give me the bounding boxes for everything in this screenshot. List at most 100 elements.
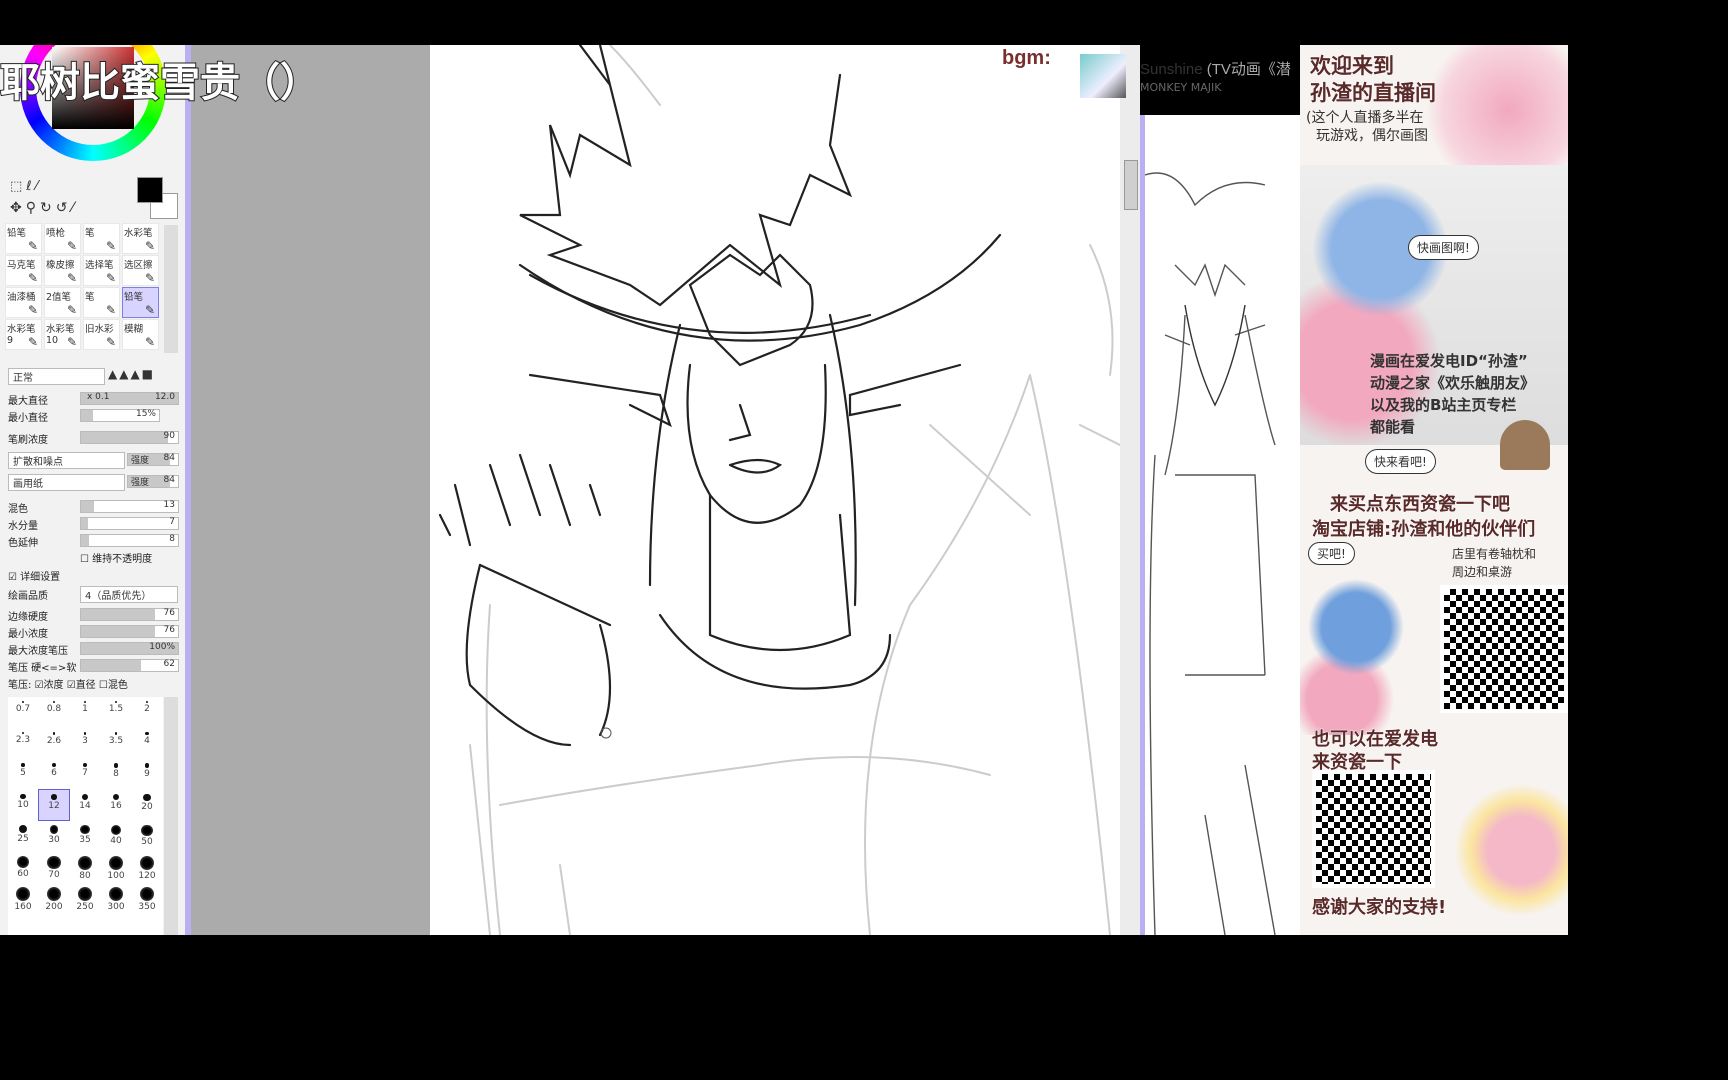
lasso-icon[interactable]: ℓ: [26, 179, 35, 194]
tool-2[interactable]: 笔 ✎: [83, 223, 120, 254]
zoom-icon[interactable]: ⚲: [26, 200, 40, 216]
brush-size-1[interactable]: 1: [70, 697, 100, 727]
brush-size-80[interactable]: 80: [70, 852, 100, 882]
min-density-slider[interactable]: 76: [80, 625, 179, 638]
tool-8[interactable]: 油漆桶 ✎: [5, 287, 42, 318]
move-icon[interactable]: ✥: [10, 200, 26, 216]
persistence-slider[interactable]: 8: [80, 534, 179, 547]
brush-size-350[interactable]: 350: [132, 883, 162, 913]
afdian-qr-code[interactable]: [1312, 770, 1435, 888]
brush-icon: ✎: [144, 239, 155, 253]
brush-size-14[interactable]: 14: [70, 790, 100, 820]
brush-size-25[interactable]: 25: [8, 821, 38, 851]
blend-mode-select[interactable]: 正常: [8, 368, 105, 385]
tool-15[interactable]: 模糊 ✎: [122, 319, 159, 350]
tool-5[interactable]: 橡皮擦 ✎: [44, 255, 81, 286]
brush-cursor: [600, 727, 612, 739]
reference-image-panel[interactable]: [1144, 115, 1300, 936]
shop-qr-code[interactable]: [1440, 585, 1568, 713]
brush-size-300[interactable]: 300: [101, 883, 131, 913]
size-dot: [52, 732, 56, 735]
quality-select[interactable]: 4（品质优先）: [80, 586, 178, 603]
tool-7[interactable]: 选区擦 ✎: [122, 255, 159, 286]
tool-1[interactable]: 喷枪 ✎: [44, 223, 81, 254]
brush-size-60[interactable]: 60: [8, 852, 38, 882]
tool-10[interactable]: 笔 ✎: [83, 287, 120, 318]
brush-size-9[interactable]: 9: [132, 759, 162, 789]
brush-size-200[interactable]: 200: [39, 883, 69, 913]
texture-select-2[interactable]: 画用纸: [8, 474, 125, 491]
brush-size-16[interactable]: 16: [101, 790, 131, 820]
brush-size-250[interactable]: 250: [70, 883, 100, 913]
max-diameter-slider[interactable]: x 0.1 12.0: [80, 392, 179, 405]
brush-size-4[interactable]: 4: [132, 728, 162, 758]
brush-size-10[interactable]: 10: [8, 790, 38, 820]
pressure-density-checkbox[interactable]: ☑浓度: [35, 680, 64, 691]
tool-13[interactable]: 水彩笔10 ✎: [44, 319, 81, 350]
brush-size-35[interactable]: 35: [70, 821, 100, 851]
brush-size-20[interactable]: 20: [132, 790, 162, 820]
size-grid-scrollbar[interactable]: [164, 697, 178, 935]
pressure-size-checkbox[interactable]: ☑直径: [67, 680, 96, 691]
brush-size-70[interactable]: 70: [39, 852, 69, 882]
density-slider[interactable]: 90: [80, 431, 179, 444]
brush-size-3[interactable]: 3: [70, 728, 100, 758]
texture-strength-1[interactable]: 强度 84: [127, 453, 179, 466]
eyedropper-icon[interactable]: ⁄: [71, 200, 77, 216]
shop-note-1: 店里有卷轴枕和: [1452, 547, 1537, 561]
brush-size-5[interactable]: 5: [8, 759, 38, 789]
drawing-canvas[interactable]: [430, 43, 1121, 936]
edge-hardness-slider[interactable]: 76: [80, 608, 179, 621]
max-density-pressure-slider[interactable]: 100%: [80, 642, 179, 655]
brush-size-50[interactable]: 50: [132, 821, 162, 851]
tool-0[interactable]: 铅笔 ✎: [5, 223, 42, 254]
keep-opacity-checkbox[interactable]: ☐ 维持不透明度: [80, 550, 152, 565]
scrollbar-thumb[interactable]: [1124, 160, 1138, 210]
rect-select-icon[interactable]: ⬚: [10, 179, 26, 194]
nav-tools-row: ✥⚲↻↺⁄: [10, 200, 78, 216]
size-label: 6: [51, 767, 57, 778]
tool-6[interactable]: 选择笔 ✎: [83, 255, 120, 286]
pressure-blend-checkbox[interactable]: ☐混色: [99, 680, 128, 691]
dilution-slider[interactable]: 7: [80, 517, 179, 530]
brush-size-120[interactable]: 120: [132, 852, 162, 882]
brush-size-2.3[interactable]: 2.3: [8, 728, 38, 758]
brush-tool-grid: 铅笔 ✎ 喷枪 ✎ 笔 ✎ 水彩笔 ✎ 马克笔 ✎ 橡皮擦 ✎ 选择笔 ✎ 选区擦 ✎ 油漆桶 ✎ 2值笔 ✎ 笔 ✎ 铅笔…: [5, 223, 161, 353]
brush-shape-buttons[interactable]: ▲▲▲■: [108, 367, 155, 381]
brush-size-7[interactable]: 7: [70, 759, 100, 789]
brush-size-2[interactable]: 2: [132, 697, 162, 727]
magic-wand-icon[interactable]: ⁄: [36, 179, 42, 194]
tool-12[interactable]: 水彩笔9 ✎: [5, 319, 42, 350]
texture-select-1[interactable]: 扩散和噪点: [8, 452, 125, 469]
tool-9[interactable]: 2值笔 ✎: [44, 287, 81, 318]
brush-size-100[interactable]: 100: [101, 852, 131, 882]
brush-size-30[interactable]: 30: [39, 821, 69, 851]
size-label: 2.3: [15, 735, 31, 746]
rotate-icon[interactable]: ↻: [40, 200, 56, 216]
blending-slider[interactable]: 13: [80, 500, 179, 513]
brush-size-0.7[interactable]: 0.7: [8, 697, 38, 727]
brush-size-1.5[interactable]: 1.5: [101, 697, 131, 727]
size-label: 80: [79, 871, 91, 881]
brush-size-12[interactable]: 12: [38, 789, 70, 821]
brush-size-160[interactable]: 160: [8, 883, 38, 913]
tool-4[interactable]: 马克笔 ✎: [5, 255, 42, 286]
texture-strength-2[interactable]: 强度 84: [127, 475, 179, 488]
tool-11[interactable]: 铅笔 ✎: [122, 287, 159, 318]
size-dot: [141, 825, 153, 837]
tool-3[interactable]: 水彩笔 ✎: [122, 223, 159, 254]
advanced-settings-checkbox[interactable]: ☑ 详细设置: [8, 568, 60, 583]
brush-size-2.6[interactable]: 2.6: [39, 728, 69, 758]
size-label: 1.5: [108, 704, 124, 714]
pressure-hardness-slider[interactable]: 62: [80, 659, 179, 672]
tool-14[interactable]: 旧水彩 ✎: [83, 319, 120, 350]
brush-size-6[interactable]: 6: [39, 759, 69, 789]
brush-size-8[interactable]: 8: [101, 759, 131, 789]
brush-size-40[interactable]: 40: [101, 821, 131, 851]
tool-grid-scrollbar[interactable]: [164, 225, 178, 353]
brush-size-0.8[interactable]: 0.8: [39, 697, 69, 727]
min-diameter-slider[interactable]: 15%: [80, 409, 160, 422]
primary-color-swatch[interactable]: [137, 177, 163, 203]
brush-size-3.5[interactable]: 3.5: [101, 728, 131, 758]
hand-icon[interactable]: ↺: [56, 200, 72, 216]
